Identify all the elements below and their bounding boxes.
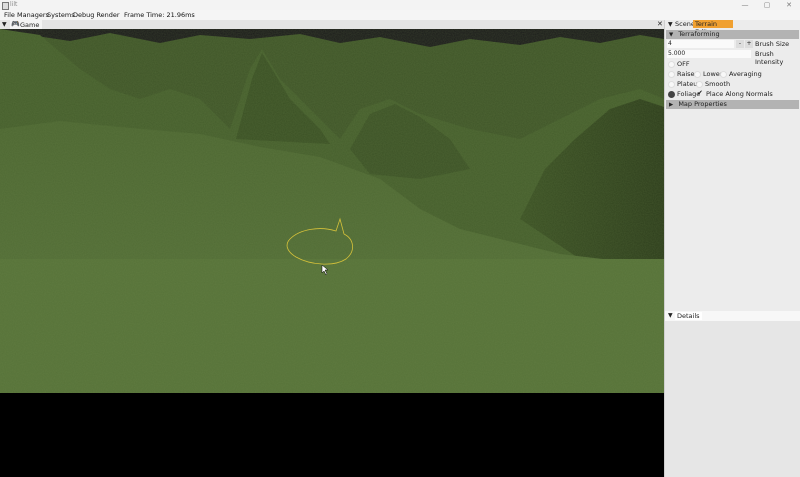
radio-smooth-label: Smooth [705, 80, 731, 88]
menu-systems[interactable]: Systems [47, 11, 75, 19]
inspector-panel: ✕ ▼ Scene Terrain Editor ▼ Terraforming … [657, 20, 800, 477]
menu-managers[interactable]: Managers [17, 11, 49, 19]
brush-size-input[interactable]: 4 [667, 40, 734, 48]
collapsed-arrow-icon: ▶ [669, 102, 674, 108]
frame-time-readout: Frame Time: 21.96ms [124, 11, 195, 19]
terrain-scene [0, 29, 664, 477]
details-content [665, 321, 800, 477]
game-panel-header: ▼ 🎮 Game [0, 20, 664, 29]
tab-terrain-editor[interactable]: Terrain Editor [693, 20, 733, 36]
radio-off[interactable] [668, 61, 675, 68]
place-along-normals-label: Place Along Normals [706, 90, 773, 98]
panel-menu-icon-right[interactable]: ▼ [668, 21, 673, 28]
checkmark-icon[interactable]: ✔ [697, 89, 703, 97]
brush-size-increment[interactable]: + [745, 40, 753, 48]
radio-plateu[interactable] [668, 81, 675, 88]
terraforming-label: Terraforming [678, 30, 720, 38]
maximize-button[interactable]: ▢ [756, 0, 778, 10]
game-viewport[interactable] [0, 29, 664, 477]
window-title: lilt [10, 1, 18, 8]
close-window-button[interactable]: ✕ [778, 0, 800, 10]
tab-game-label: Game [20, 21, 40, 29]
expanded-arrow-icon: ▼ [669, 32, 674, 38]
tab-game[interactable]: 🎮 Game [10, 20, 42, 29]
brush-intensity-label: Brush Intensity [755, 50, 784, 66]
radio-off-label: OFF [677, 60, 690, 68]
radio-averaging-label: Averaging [729, 70, 762, 78]
panel-menu-icon[interactable]: ▼ [2, 21, 7, 28]
radio-foliage[interactable] [668, 91, 675, 98]
grass-texture [0, 29, 664, 393]
viewport-black-area [0, 393, 664, 477]
menu-file[interactable]: File [4, 11, 15, 19]
brush-size-label: Brush Size [755, 40, 790, 48]
map-properties-header[interactable]: ▶ Map Properties [666, 100, 799, 109]
tab-details[interactable]: Details [675, 312, 702, 320]
menu-debug-render[interactable]: Debug Render [73, 11, 120, 19]
brush-size-decrement[interactable]: - [736, 40, 744, 48]
radio-raise-label: Raise [677, 70, 695, 78]
gamepad-icon: 🎮 [11, 20, 20, 28]
radio-plateu-label: Plateu [677, 80, 698, 88]
radio-raise[interactable] [668, 71, 675, 78]
radio-averaging[interactable] [720, 71, 727, 78]
title-bar: lilt — ▢ ✕ [0, 0, 800, 10]
map-properties-label: Map Properties [678, 100, 727, 108]
brush-intensity-input[interactable]: 5.000 [667, 50, 751, 58]
radio-lower[interactable] [694, 71, 701, 78]
minimize-button[interactable]: — [734, 0, 756, 10]
radio-smooth[interactable] [696, 81, 703, 88]
details-header: ▼ Details [665, 311, 800, 321]
close-panel-button[interactable]: ✕ [657, 20, 663, 28]
terraforming-header[interactable]: ▼ Terraforming [666, 30, 799, 39]
tab-scene[interactable]: Scene [675, 20, 695, 28]
details-menu-icon[interactable]: ▼ [668, 312, 673, 319]
app-icon [2, 2, 9, 10]
